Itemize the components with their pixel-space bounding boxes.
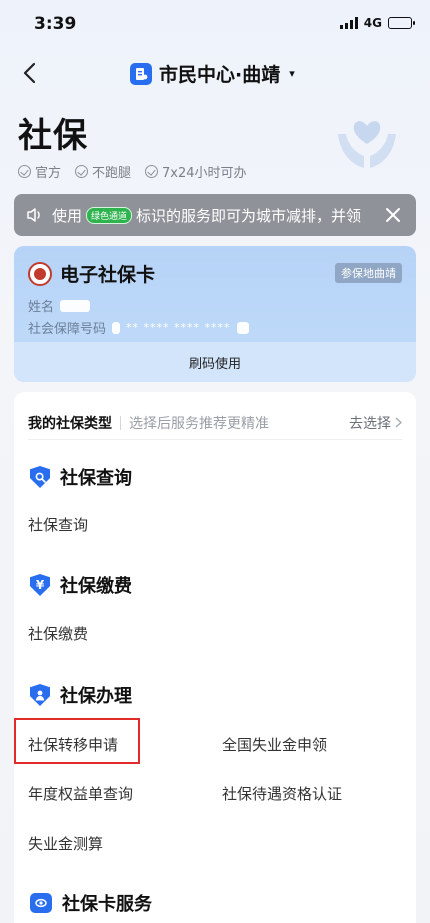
tag-24h: 7x24小时可办 <box>145 162 247 181</box>
insurance-type-hint: 选择后服务推荐更精准 <box>129 415 269 432</box>
close-icon[interactable] <box>382 204 404 226</box>
tag-no-travel: 不跑腿 <box>75 162 131 181</box>
name-label: 姓名 <box>28 300 55 315</box>
check-circle-icon <box>18 165 31 178</box>
service-transfer-application[interactable]: 社保转移申请 <box>28 734 118 755</box>
dropdown-caret-icon: ▾ <box>289 67 295 80</box>
service-unemployment-benefit-claim[interactable]: 全国失业金申领 <box>222 734 327 755</box>
page-title: 社保 <box>18 116 88 156</box>
green-channel-badge: 绿色通道 <box>86 206 133 224</box>
id-label: 社会保障号码 <box>28 322 107 337</box>
section-title: 社保办理 <box>60 686 132 707</box>
check-circle-icon <box>75 165 89 178</box>
back-button[interactable] <box>14 58 44 88</box>
hands-heart-icon <box>338 121 396 168</box>
name-redaction <box>60 299 91 312</box>
service-payment[interactable]: 社保缴费 <box>28 623 88 644</box>
section-payment: ¥ 社保缴费 <box>30 572 132 598</box>
choose-type-link[interactable]: 去选择 <box>349 413 402 433</box>
card-header: 电子社保卡 <box>28 260 155 287</box>
insured-location-badge: 参保地曲靖 <box>335 263 402 283</box>
city-selector[interactable]: 市民中心·曲靖 ▾ <box>130 60 295 87</box>
section-card-services: 社保卡服务 <box>30 890 152 916</box>
citizen-center-logo-icon <box>130 62 152 85</box>
service-annual-statement[interactable]: 年度权益单查询 <box>28 783 133 804</box>
chevron-left-icon <box>23 62 36 84</box>
network-type: 4G <box>363 16 382 30</box>
status-bar: 3:39 4G <box>0 0 430 50</box>
speaker-icon <box>26 207 44 223</box>
notice-text: 使用 绿色通道 标识的服务即可为城市减排，并领 <box>52 206 362 225</box>
battery-icon <box>388 17 415 29</box>
search-shield-icon <box>30 466 50 488</box>
service-query[interactable]: 社保查询 <box>28 514 88 535</box>
scan-code-button[interactable]: 刷码使用 <box>14 342 416 382</box>
card-title: 电子社保卡 <box>60 264 156 286</box>
tag-official: 官方 <box>18 162 61 181</box>
status-time: 3:39 <box>34 14 77 34</box>
social-security-card[interactable]: 电子社保卡 参保地曲靖 姓名 社会保障号码 ** **** **** **** … <box>14 246 416 382</box>
id-redaction-start <box>112 321 121 334</box>
insurance-type-row[interactable]: 我的社保类型 选择后服务推荐更精准 去选择 <box>28 406 402 440</box>
chevron-right-icon <box>395 417 402 428</box>
service-unemployment-calculator[interactable]: 失业金测算 <box>28 833 103 854</box>
signal-icon <box>339 17 358 29</box>
social-security-logo-icon <box>28 261 52 286</box>
nav-bar: 市民中心·曲靖 ▾ <box>0 50 430 96</box>
section-query: 社保查询 <box>30 464 132 490</box>
card-id-row: 社会保障号码 ** **** **** **** <box>28 318 249 337</box>
nav-title: 市民中心·曲靖 <box>159 64 281 86</box>
status-indicators: 4G <box>339 16 415 30</box>
services-panel: 我的社保类型 选择后服务推荐更精准 去选择 社保查询 社保查询 ¥ 社保缴费 社… <box>14 392 416 923</box>
person-shield-icon <box>30 684 50 706</box>
section-title: 社保查询 <box>60 468 132 489</box>
id-number-masked: ** **** **** **** <box>126 321 231 334</box>
service-eligibility-certification[interactable]: 社保待遇资格认证 <box>222 783 342 804</box>
card-icon <box>30 893 52 913</box>
notice-bar[interactable]: 使用 绿色通道 标识的服务即可为城市减排，并领 <box>14 194 416 236</box>
insurance-type-label: 我的社保类型 <box>28 415 112 432</box>
section-handling: 社保办理 <box>30 682 132 708</box>
yen-shield-icon: ¥ <box>30 574 50 596</box>
id-redaction-end <box>236 321 249 334</box>
section-title: 社保缴费 <box>60 576 132 597</box>
service-tags: 官方 不跑腿 7x24小时可办 <box>18 162 247 181</box>
card-name-row: 姓名 <box>28 296 91 315</box>
divider <box>120 415 121 430</box>
check-circle-icon <box>145 165 159 178</box>
section-title: 社保卡服务 <box>62 894 152 915</box>
